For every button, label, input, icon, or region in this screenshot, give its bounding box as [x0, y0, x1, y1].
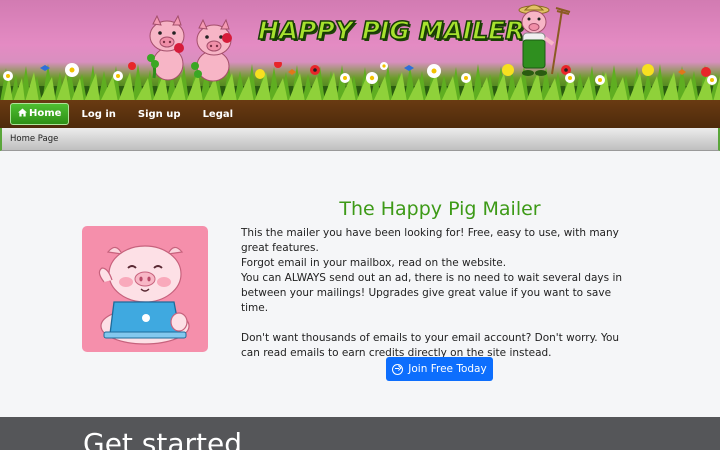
header-banner: HAPPY PIG MAILER: [0, 0, 720, 100]
arrow-right-circle-icon: [392, 363, 404, 375]
pigs-illustration: [147, 14, 232, 82]
get-started-section: Get started: [0, 417, 720, 450]
join-free-label: Join Free Today: [408, 363, 487, 375]
intro-paragraph: You can ALWAYS send out an ad, there is …: [241, 272, 623, 314]
intro-paragraph: Forgot email in your mailbox, read on th…: [241, 257, 507, 269]
nav-login[interactable]: Log in: [71, 105, 125, 124]
farmer-pig-illustration: [518, 4, 571, 76]
breadcrumb: Home Page: [0, 128, 720, 151]
logo-text: HAPPY PIG MAILER: [257, 15, 525, 46]
section-heading: Get started: [83, 427, 243, 450]
pig-laptop-image: [82, 226, 208, 352]
page-title: The Happy Pig Mailer: [339, 198, 541, 220]
nav-home-label: Home: [29, 108, 62, 119]
intro-text: This the mailer you have been looking fo…: [241, 226, 641, 361]
join-free-button[interactable]: Join Free Today: [386, 357, 493, 381]
breadcrumb-label: Home Page: [10, 134, 59, 144]
intro-paragraph: This the mailer you have been looking fo…: [241, 227, 619, 254]
nav-signup[interactable]: Sign up: [128, 105, 191, 124]
home-icon: [18, 108, 27, 120]
grass-flowers-decoration: [0, 62, 720, 100]
nav-home[interactable]: Home: [10, 103, 70, 125]
main-nav: Home Log in Sign up Legal: [0, 100, 720, 128]
nav-legal[interactable]: Legal: [193, 105, 244, 124]
